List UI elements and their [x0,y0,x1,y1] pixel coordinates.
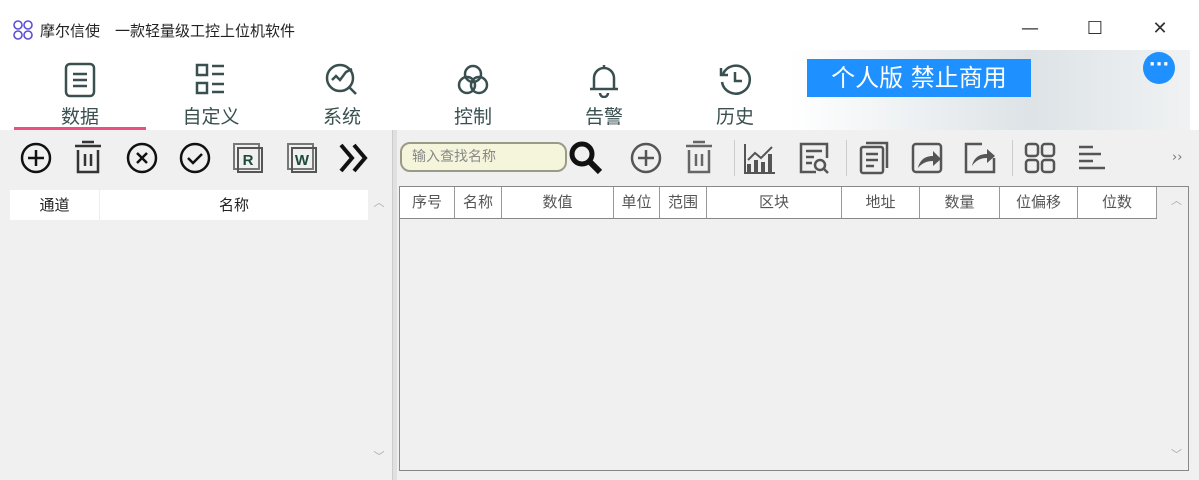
channel-table-header: 通道 名称 [10,190,368,220]
check-circle-icon [179,142,211,174]
export-icon [964,142,996,174]
trash-icon [686,140,712,174]
nav-tab-label: 自定义 [182,106,240,128]
toolbar-divider [1012,140,1013,176]
write-button[interactable]: W [284,140,320,176]
history-icon [719,64,751,95]
write-icon: W [287,143,317,173]
left-scrollbar[interactable]: ︿ ﹀ [368,190,390,470]
license-badge: 个人版 禁止商用 [807,59,1031,97]
align-left-icon [1079,145,1105,170]
document-search-icon [799,142,829,174]
control-knot-icon [457,64,489,95]
app-logo-icon [13,20,33,40]
column-header[interactable]: 通道 [10,190,100,220]
column-header[interactable]: 名称 [100,190,368,220]
search-icon [569,141,603,175]
column-header[interactable]: 名称 [455,187,502,218]
nav-tab-custom[interactable]: 自定义 [146,62,276,129]
read-button[interactable]: R [230,140,266,176]
toolbar-divider [734,140,735,176]
nav-tab-label: 告警 [584,106,623,128]
analytics-search-icon [325,63,357,95]
align-button[interactable] [1075,140,1111,176]
document-icon [64,62,96,98]
bar-chart-icon [744,144,775,174]
right-scrollbar[interactable]: ︿ ﹀ [1165,188,1188,469]
register-table [399,186,1189,471]
column-header[interactable]: 数值 [502,187,614,218]
window-title: 摩尔信使 一款轻量级工控上位机软件 [40,22,296,40]
confirm-button[interactable] [177,140,213,176]
delete-row-button[interactable] [681,140,717,176]
inspect-button[interactable] [796,140,832,176]
title-bar: 摩尔信使 一款轻量级工控上位机软件 — ☐ ✕ [0,0,1199,50]
plus-circle-icon [630,142,662,174]
grid-icon [1024,142,1056,174]
search-input[interactable]: 输入查找名称 [400,142,567,172]
share-arrow-icon [911,142,943,174]
chart-button[interactable] [742,140,778,176]
panel-splitter[interactable] [392,130,397,480]
toolbar-divider [846,140,847,176]
trash-icon [75,140,101,174]
plus-circle-icon [20,142,52,174]
expand-button[interactable] [336,140,372,176]
column-header[interactable]: 单位 [614,187,660,218]
nav-tab-label: 控制 [453,106,492,128]
column-header[interactable]: 数量 [920,187,1000,218]
bell-icon [590,65,618,98]
nav-tab-history[interactable]: 历史 [670,62,800,129]
x-circle-icon [126,142,158,174]
column-header[interactable]: 地址 [842,187,920,218]
toolbar-overflow-button[interactable]: ›› [1172,150,1182,165]
nav-tab-label: 数据 [60,106,99,128]
svg-text:W: W [295,152,310,169]
column-header[interactable]: 区块 [707,187,842,218]
add-row-button[interactable] [628,140,664,176]
register-table-header: 序号 名称 数值 单位 范围 区块 地址 数量 位偏移 位数 [400,187,1157,219]
copy-document-icon [859,141,889,175]
nav-tab-label: 系统 [322,106,361,128]
column-header[interactable]: 序号 [400,187,455,218]
maximize-button[interactable]: ☐ [1080,14,1110,44]
nav-tab-label: 历史 [715,106,754,128]
column-header[interactable]: 位偏移 [1000,187,1078,218]
minimize-button[interactable]: — [1015,14,1045,44]
column-header[interactable]: 范围 [660,187,707,218]
nav-tab-alarm[interactable]: 告警 [539,62,669,129]
add-button[interactable] [18,140,54,176]
clear-button[interactable] [124,140,160,176]
delete-button[interactable] [70,140,106,176]
search-button[interactable] [568,140,604,176]
column-header[interactable]: 位数 [1078,187,1157,218]
grid-view-button[interactable] [1022,140,1058,176]
list-grid-icon [195,63,224,95]
read-icon: R [233,143,263,173]
copy-button[interactable] [856,140,892,176]
svg-text:R: R [243,152,254,169]
nav-tab-data[interactable]: 数据 [15,62,145,129]
nav-tab-control[interactable]: 控制 [408,62,538,129]
import-button[interactable] [909,140,945,176]
nav-tab-system[interactable]: 系统 [277,62,407,129]
more-button[interactable]: ··· [1143,52,1175,84]
export-button[interactable] [962,140,998,176]
close-button[interactable]: ✕ [1145,14,1175,44]
double-chevron-right-icon [339,143,368,173]
